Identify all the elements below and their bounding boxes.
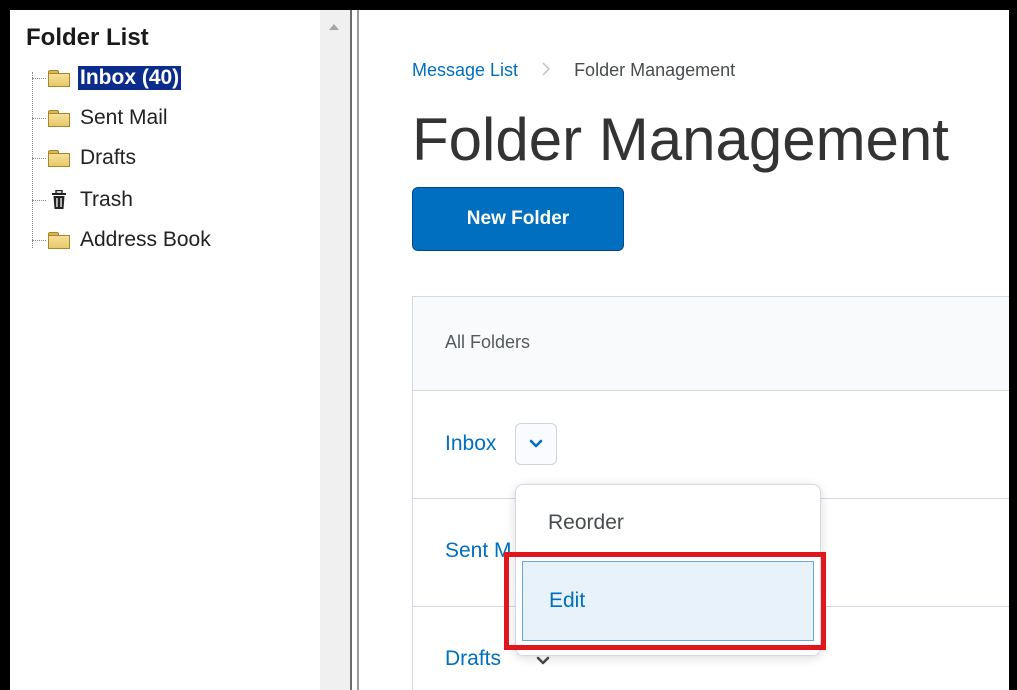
main-content: Message List Folder Management Folder Ma…: [362, 10, 1009, 690]
tree-item-drafts[interactable]: Drafts: [32, 144, 138, 172]
tree-item-sent-mail[interactable]: Sent Mail: [32, 104, 170, 132]
window-frame: Folder List Inbox (40) Sent Mail Drafts: [0, 0, 1017, 690]
folder-row-inbox: Inbox: [413, 391, 1009, 499]
folder-list-pane: Folder List Inbox (40) Sent Mail Drafts: [10, 10, 320, 690]
tree-item-trash[interactable]: Trash: [32, 186, 135, 214]
breadcrumb-separator-icon: [542, 60, 551, 81]
folder-row-label[interactable]: Sent M: [445, 539, 512, 563]
tree-item-address-book[interactable]: Address Book: [32, 226, 213, 254]
edit-highlight-annotation: [504, 552, 826, 650]
breadcrumb-link-message-list[interactable]: Message List: [412, 60, 518, 81]
tree-item-label: Sent Mail: [80, 106, 168, 129]
page-title: Folder Management: [412, 106, 949, 173]
breadcrumb-current: Folder Management: [574, 60, 736, 80]
panel-header: All Folders: [413, 297, 1009, 391]
folder-list-title: Folder List: [26, 24, 149, 51]
folder-row-label[interactable]: Drafts: [445, 647, 501, 671]
tree-item-label: Drafts: [80, 146, 137, 169]
all-folders-heading: All Folders: [445, 332, 531, 352]
tree-item-label: Address Book: [80, 228, 211, 251]
chevron-down-icon[interactable]: [515, 423, 557, 465]
folder-tree: Inbox (40) Sent Mail Drafts Trash Addres…: [32, 62, 312, 262]
new-folder-button[interactable]: New Folder: [412, 187, 624, 251]
trash-icon: [48, 190, 70, 210]
folder-list-scrollbar[interactable]: [320, 10, 350, 690]
breadcrumb: Message List Folder Management: [412, 60, 735, 81]
tree-item-label: Trash: [80, 188, 133, 211]
tree-item-inbox[interactable]: Inbox (40): [32, 64, 183, 92]
pane-splitter[interactable]: [350, 10, 359, 690]
folder-icon: [48, 232, 70, 249]
tree-item-label: Inbox (40): [76, 65, 183, 91]
folder-icon: [48, 150, 70, 167]
folder-row-label[interactable]: Inbox: [445, 432, 496, 456]
folder-icon: [48, 110, 70, 127]
menu-item-reorder[interactable]: Reorder: [516, 485, 820, 561]
scroll-up-arrow-icon[interactable]: [329, 24, 339, 30]
folder-icon: [48, 70, 70, 87]
